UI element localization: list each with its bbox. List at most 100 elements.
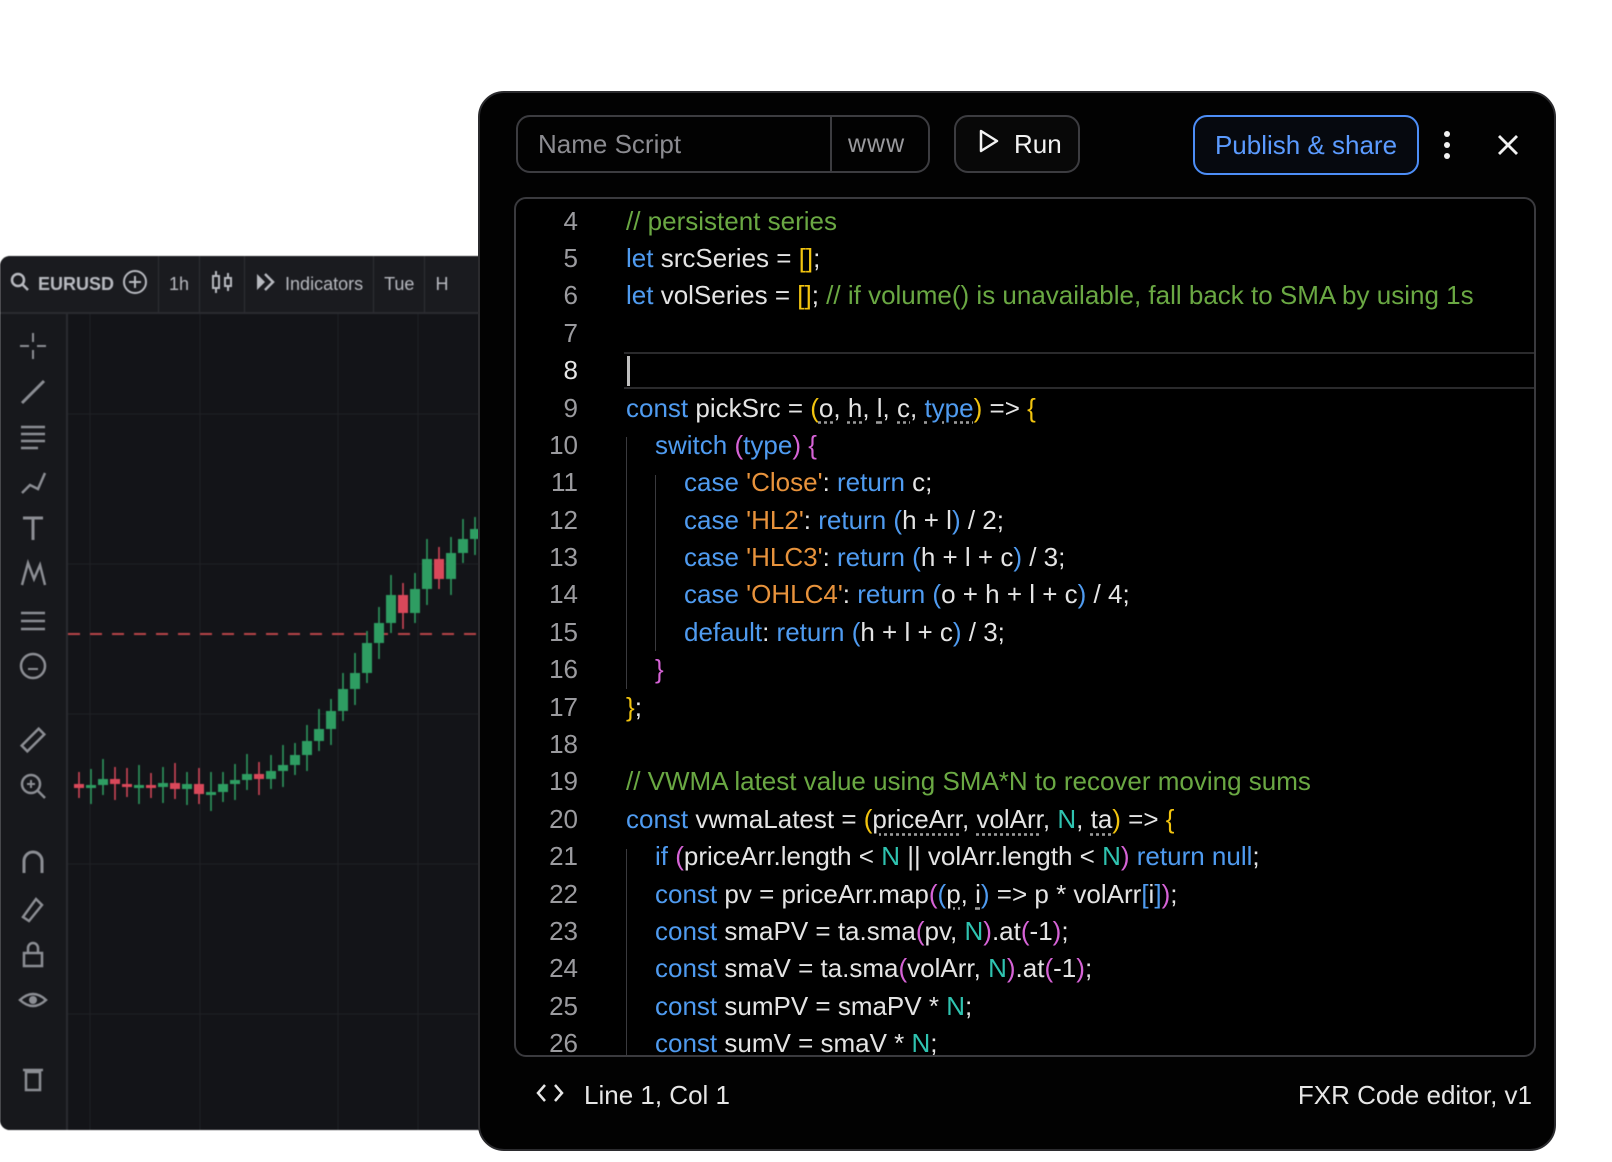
candle-body: [242, 774, 252, 780]
code-text: case 'OHLC4': return (o + h + l + c) / 4…: [684, 579, 1130, 610]
chart-toolbar: EURUSD 1h Indicators Tue H: [0, 256, 500, 314]
close-icon[interactable]: [1488, 125, 1528, 165]
candle-body: [410, 589, 420, 613]
line-number: 5: [563, 242, 578, 273]
candle-body: [122, 784, 132, 787]
active-line-highlight: [624, 351, 1534, 390]
add-symbol-icon[interactable]: [122, 269, 148, 300]
code-lines: 3 4 // persistent series 5 let srcSeries…: [516, 199, 1534, 1057]
code-text: let srcSeries = [];: [626, 242, 821, 273]
candlestick-plot: [68, 314, 500, 1130]
pattern-icon[interactable]: [14, 558, 52, 590]
candle-body: [422, 559, 432, 589]
day-label-cell: Tue: [374, 256, 426, 312]
ruler-icon[interactable]: [14, 724, 52, 756]
text-cursor: [627, 355, 630, 386]
candle-body: [290, 755, 300, 765]
code-text: }: [655, 654, 664, 685]
code-text: };: [626, 691, 642, 722]
magnet-icon[interactable]: [14, 846, 52, 878]
script-name-input[interactable]: [518, 127, 830, 161]
line-number: 23: [549, 916, 578, 946]
code-line: 5 let srcSeries = [];: [516, 240, 1534, 277]
line-number: 11: [551, 467, 578, 498]
lock-icon[interactable]: [14, 938, 52, 970]
code-brackets-icon[interactable]: [536, 1080, 564, 1111]
stay-drawing-icon[interactable]: [14, 892, 52, 924]
line-number: 22: [549, 878, 578, 909]
fib-lines-icon[interactable]: [14, 420, 52, 452]
chart-type-button[interactable]: [200, 256, 246, 312]
trash-icon[interactable]: [14, 1062, 52, 1094]
eye-icon[interactable]: [14, 984, 52, 1016]
code-text: if (priceArr.length < N || volArr.length…: [655, 841, 1260, 872]
line-number: 25: [549, 990, 578, 1021]
indicators-button[interactable]: Indicators: [245, 256, 375, 312]
code-line: 25 const sumPV = smaPV * N;: [516, 988, 1534, 1025]
script-name-suffix[interactable]: www: [830, 117, 921, 171]
timeframe-button[interactable]: 1h: [159, 256, 201, 312]
code-line: 6 let volSeries = []; // if volume() is …: [516, 277, 1534, 314]
candle-body: [206, 792, 216, 795]
text-tool-icon[interactable]: [14, 512, 52, 544]
crosshair-icon[interactable]: [14, 330, 52, 362]
candle-body: [170, 783, 180, 789]
code-text: default: return (h + l + c) / 3;: [684, 616, 1005, 647]
code-line: 13 case 'HLC3': return (h + l + c) / 3;: [516, 539, 1534, 576]
code-text: const smaV = ta.sma(volArr, N).at(-1);: [655, 953, 1093, 984]
code-text: // persistent series: [626, 205, 837, 236]
line-number: 8: [563, 355, 578, 386]
code-line: 9 const pickSrc = (o, h, l, c, type) => …: [516, 389, 1534, 426]
line-number: 20: [549, 803, 578, 834]
code-line: 12 case 'HL2': return (h + l) / 2;: [516, 502, 1534, 539]
line-number: 3: [516, 199, 578, 200]
line-number: 9: [563, 392, 578, 423]
code-text: const vwmaLatest = (priceArr, volArr, N,…: [626, 803, 1175, 834]
code-line: 21 if (priceArr.length < N || volArr.len…: [516, 838, 1534, 875]
candle-body: [158, 783, 168, 787]
more-options-icon[interactable]: [1430, 125, 1464, 165]
line-number: 14: [549, 579, 578, 610]
candle-body: [254, 774, 264, 779]
day-label: Tue: [384, 273, 415, 294]
chart-window: EURUSD 1h Indicators Tue H: [0, 256, 500, 1130]
candle-body: [86, 785, 96, 788]
code-text: let volSeries = []; // if volume() is un…: [626, 280, 1474, 311]
candle-body: [338, 689, 348, 711]
code-area[interactable]: 3 4 // persistent series 5 let srcSeries…: [514, 197, 1536, 1057]
line-number: 24: [549, 953, 578, 984]
candle-body: [278, 765, 288, 771]
candle-body: [218, 784, 228, 792]
code-line-active: 8: [516, 351, 1534, 390]
candles-icon: [210, 269, 234, 300]
code-text: const pickSrc = (o, h, l, c, type) => {: [626, 392, 1036, 423]
code-editor-window: www Run Publish & share 3 4 // persisten…: [478, 91, 1556, 1151]
code-line: 15 default: return (h + l + c) / 3;: [516, 614, 1534, 651]
publish-share-button[interactable]: Publish & share: [1193, 115, 1419, 175]
truncated-toolbar-item[interactable]: H: [425, 256, 458, 312]
code-line: 19 // VWMA latest value using SMA*N to r…: [516, 763, 1534, 800]
candle-body: [326, 711, 336, 729]
line-number: 12: [549, 504, 578, 535]
line-number: 6: [563, 280, 578, 311]
search-icon: [10, 272, 30, 297]
code-line: 4 // persistent series: [516, 202, 1534, 239]
line-number: 17: [549, 691, 578, 722]
candle-body: [194, 784, 204, 794]
code-text: const sumV = smaV * N;: [655, 1028, 938, 1057]
brush-icon[interactable]: [14, 466, 52, 498]
script-name-group: www: [516, 115, 930, 173]
truncated-label: H: [435, 273, 449, 294]
candle-body: [362, 643, 372, 673]
trend-line-icon[interactable]: [14, 376, 52, 408]
projection-icon[interactable]: [14, 604, 52, 636]
indicators-icon: [255, 272, 277, 297]
price-plot[interactable]: [68, 314, 500, 1130]
symbol-search[interactable]: EURUSD: [0, 256, 160, 312]
zoom-icon[interactable]: [14, 770, 52, 802]
emoji-icon[interactable]: [14, 650, 52, 682]
code-line: 24 const smaV = ta.sma(volArr, N).at(-1)…: [516, 950, 1534, 987]
publish-label: Publish & share: [1214, 129, 1398, 160]
editor-version: FXR Code editor, v1: [1297, 1079, 1532, 1110]
run-button[interactable]: Run: [954, 115, 1080, 173]
